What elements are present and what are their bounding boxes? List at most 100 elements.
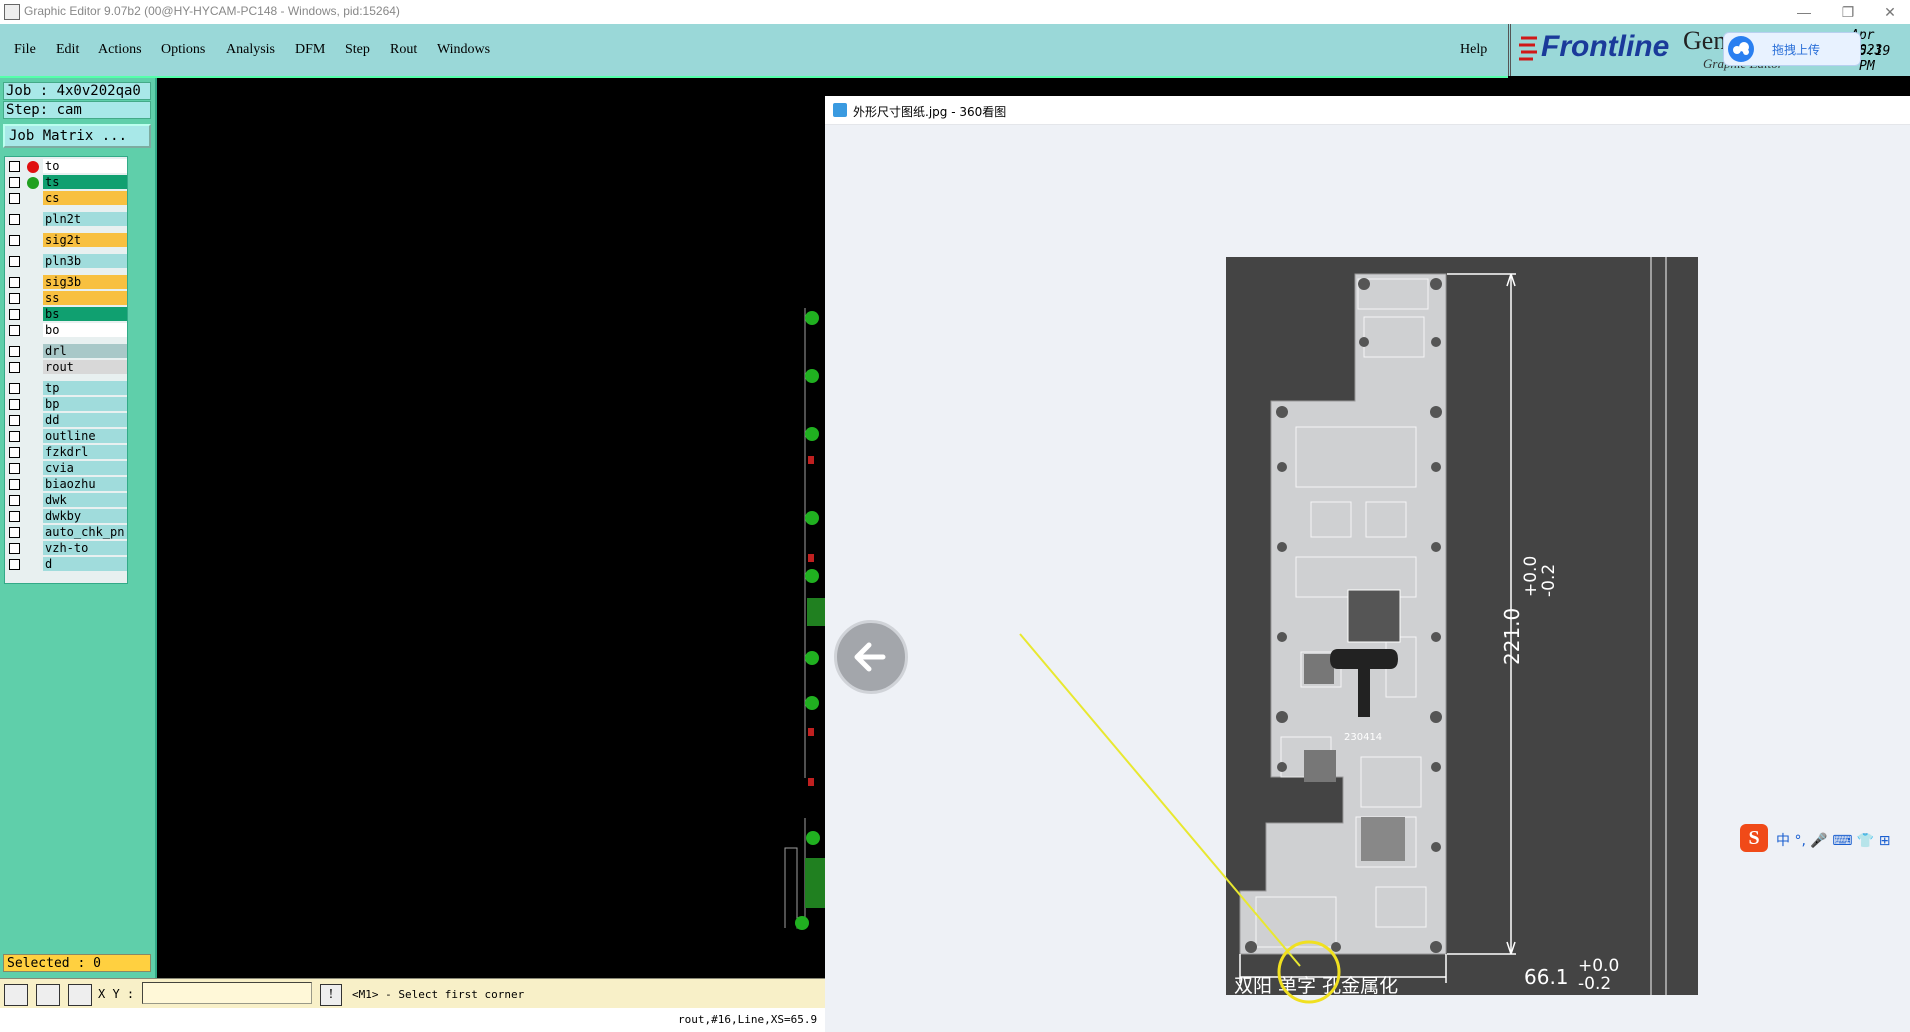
layer-row-sig2t[interactable]: sig2t — [7, 233, 127, 248]
drawing-note: 双阳 单字 孔金属化 — [1234, 975, 1398, 995]
layer-row-bo[interactable]: bo — [7, 323, 127, 338]
layer-checkbox[interactable] — [9, 161, 20, 172]
layer-row-pln2t[interactable]: pln2t — [7, 212, 127, 227]
graphic-canvas[interactable] — [157, 78, 825, 978]
layer-row-pln3b[interactable]: pln3b — [7, 254, 127, 269]
layer-name[interactable]: auto_chk_pn — [43, 525, 127, 539]
restore-button[interactable]: ❐ — [1828, 2, 1868, 22]
layer-checkbox[interactable] — [9, 193, 20, 204]
xy-input[interactable] — [142, 982, 312, 1004]
layer-checkbox[interactable] — [9, 463, 20, 474]
layer-row-drl[interactable]: drl — [7, 344, 127, 359]
layer-checkbox[interactable] — [9, 543, 20, 554]
layer-checkbox[interactable] — [9, 256, 20, 267]
menu-options[interactable]: Options — [161, 42, 205, 58]
layer-name[interactable]: vzh-to — [43, 541, 127, 555]
layer-checkbox[interactable] — [9, 309, 20, 320]
layer-row-dwkby[interactable]: dwkby — [7, 509, 127, 524]
layer-row-to[interactable]: to — [7, 159, 127, 174]
menu-rout[interactable]: Rout — [390, 42, 417, 58]
layer-checkbox[interactable] — [9, 399, 20, 410]
layer-row-ts[interactable]: ts — [7, 175, 127, 190]
layer-name[interactable]: sig2t — [43, 233, 127, 247]
layer-row-bs[interactable]: bs — [7, 307, 127, 322]
layer-checkbox[interactable] — [9, 177, 20, 188]
layer-row-bp[interactable]: bp — [7, 397, 127, 412]
layer-checkbox[interactable] — [9, 346, 20, 357]
layer-name[interactable]: dwkby — [43, 509, 127, 523]
upload-widget[interactable]: 拖拽上传 — [1723, 32, 1861, 66]
menu-help[interactable]: Help — [1460, 42, 1487, 58]
zoom-fit-icon[interactable] — [4, 984, 28, 1006]
layer-row-auto-chk-pn[interactable]: auto_chk_pn — [7, 525, 127, 540]
layer-row-ss[interactable]: ss — [7, 291, 127, 306]
layer-row-d[interactable]: d — [7, 557, 127, 572]
menu-step[interactable]: Step — [345, 42, 370, 58]
layer-name[interactable]: drl — [43, 344, 127, 358]
layer-name[interactable]: bs — [43, 307, 127, 321]
close-button[interactable]: ✕ — [1870, 2, 1910, 22]
layer-checkbox[interactable] — [9, 511, 20, 522]
layer-name[interactable]: d — [43, 557, 127, 571]
minimize-button[interactable]: — — [1784, 2, 1824, 22]
layer-checkbox[interactable] — [9, 495, 20, 506]
layer-checkbox[interactable] — [9, 362, 20, 373]
layer-name[interactable]: fzkdrl — [43, 445, 127, 459]
layer-checkbox[interactable] — [9, 325, 20, 336]
menu-windows[interactable]: Windows — [437, 42, 490, 58]
layer-name[interactable]: pln3b — [43, 254, 127, 268]
layer-checkbox[interactable] — [9, 293, 20, 304]
layer-checkbox[interactable] — [9, 559, 20, 570]
layer-name[interactable]: pln2t — [43, 212, 127, 226]
layer-row-fzkdrl[interactable]: fzkdrl — [7, 445, 127, 460]
layer-row-outline[interactable]: outline — [7, 429, 127, 444]
layer-row-tp[interactable]: tp — [7, 381, 127, 396]
layer-checkbox[interactable] — [9, 479, 20, 490]
time-display: 5:19 PM — [1859, 44, 1891, 74]
layer-checkbox[interactable] — [9, 383, 20, 394]
layer-name[interactable]: dd — [43, 413, 127, 427]
menu-file[interactable]: File — [14, 42, 36, 58]
layer-checkbox[interactable] — [9, 235, 20, 246]
layer-name[interactable]: to — [43, 159, 127, 173]
layer-name[interactable]: biaozhu — [43, 477, 127, 491]
layer-name[interactable]: cvia — [43, 461, 127, 475]
arrow-left-icon — [854, 642, 886, 672]
layer-checkbox[interactable] — [9, 447, 20, 458]
layer-row-cvia[interactable]: cvia — [7, 461, 127, 476]
layer-row-biaozhu[interactable]: biaozhu — [7, 477, 127, 492]
grid-icon[interactable] — [68, 984, 92, 1006]
layer-row-cs[interactable]: cs — [7, 191, 127, 206]
zoom-area-icon[interactable] — [36, 984, 60, 1006]
menu-analysis[interactable]: Analysis — [226, 42, 275, 58]
exclamation-icon[interactable]: ! — [320, 984, 342, 1006]
ime-toolbar[interactable]: S 中 °, 🎤 ⌨ 👕 ⊞ — [1740, 824, 1910, 854]
layer-name[interactable]: cs — [43, 191, 127, 205]
job-matrix-button[interactable]: Job Matrix ... — [3, 124, 151, 148]
layer-name[interactable]: outline — [43, 429, 127, 443]
layer-checkbox[interactable] — [9, 277, 20, 288]
menu-actions[interactable]: Actions — [98, 42, 142, 58]
tol-plus-vertical: +0.0 — [1521, 556, 1541, 597]
layer-name[interactable]: tp — [43, 381, 127, 395]
layer-checkbox[interactable] — [9, 431, 20, 442]
layer-row-dd[interactable]: dd — [7, 413, 127, 428]
layer-checkbox[interactable] — [9, 214, 20, 225]
layer-name[interactable]: bp — [43, 397, 127, 411]
layer-name[interactable]: rout — [43, 360, 127, 374]
layer-name[interactable]: ss — [43, 291, 127, 305]
layer-checkbox[interactable] — [9, 527, 20, 538]
menu-edit[interactable]: Edit — [56, 42, 79, 58]
menu-dfm[interactable]: DFM — [295, 42, 325, 58]
layer-name[interactable]: dwk — [43, 493, 127, 507]
layer-row-vzh-to[interactable]: vzh-to — [7, 541, 127, 556]
layer-row-dwk[interactable]: dwk — [7, 493, 127, 508]
layer-name[interactable]: bo — [43, 323, 127, 337]
previous-image-button[interactable] — [834, 620, 908, 694]
menu-bar: File Edit Actions Options Analysis DFM S… — [0, 24, 1508, 78]
layer-row-sig3b[interactable]: sig3b — [7, 275, 127, 290]
layer-name[interactable]: sig3b — [43, 275, 127, 289]
layer-checkbox[interactable] — [9, 415, 20, 426]
layer-name[interactable]: ts — [43, 175, 127, 189]
layer-row-rout[interactable]: rout — [7, 360, 127, 375]
